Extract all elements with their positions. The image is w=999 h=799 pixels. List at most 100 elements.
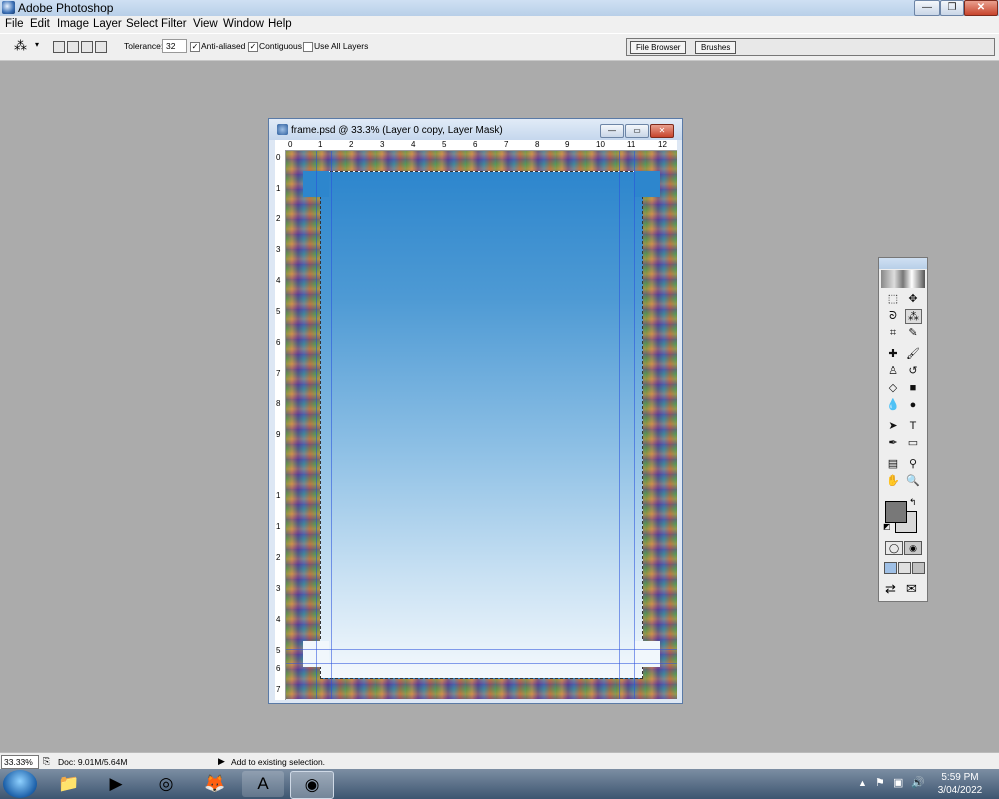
contiguous-checkbox[interactable]: ✓ — [248, 42, 258, 52]
quick-mask-icon[interactable]: ◉ — [904, 541, 922, 555]
contiguous-label: Contiguous — [259, 41, 303, 51]
tolerance-input[interactable]: 32 — [162, 39, 187, 53]
ruler-tick: 0 — [276, 153, 281, 162]
media-player-icon[interactable]: ▶ — [95, 771, 137, 797]
guide-line[interactable] — [286, 649, 677, 650]
menu-window[interactable]: Window — [223, 18, 264, 30]
doc-close-button[interactable]: ✕ — [650, 124, 674, 138]
gradient-layer-area[interactable] — [320, 171, 643, 679]
intersect-selection-icon[interactable] — [95, 41, 107, 53]
magic-wand-icon[interactable]: ⁂ — [14, 38, 27, 54]
network-icon[interactable]: ▣ — [893, 776, 903, 789]
doc-info-icon[interactable]: ⎘ — [43, 756, 50, 767]
tab-brushes[interactable]: Brushes — [695, 41, 737, 54]
system-clock[interactable]: 5:59 PM 3/04/2022 — [934, 771, 986, 797]
eyedropper-icon[interactable]: ⚲ — [905, 457, 921, 471]
guide-line[interactable] — [634, 151, 635, 699]
canvas[interactable] — [286, 151, 677, 699]
history-brush-icon[interactable]: ↺ — [905, 364, 921, 378]
magic-wand-icon[interactable]: ⁂ — [905, 309, 922, 324]
clone-stamp-icon[interactable]: ♙ — [885, 364, 901, 378]
path-select-icon[interactable]: ➤ — [885, 419, 901, 433]
zoom-level-input[interactable]: 33.33% — [1, 755, 39, 769]
blur-icon[interactable]: 💧 — [885, 398, 901, 412]
file-explorer-icon[interactable]: 📁 — [48, 771, 90, 797]
document-title-bar[interactable]: frame.psd @ 33.3% (Layer 0 copy, Layer M… — [269, 119, 682, 140]
menu-image[interactable]: Image — [57, 18, 89, 30]
minimize-button[interactable]: — — [914, 0, 940, 16]
menu-help[interactable]: Help — [268, 18, 292, 30]
use-all-layers-label: Use All Layers — [314, 41, 369, 51]
menu-layer[interactable]: Layer — [93, 18, 122, 30]
standard-mode-icon[interactable]: ◯ — [885, 541, 903, 555]
menu-filter[interactable]: Filter — [161, 18, 187, 30]
title-bar: Adobe Photoshop — ❐ ✕ — [0, 0, 999, 16]
slice-icon[interactable]: ✎ — [905, 326, 921, 340]
foreground-color-swatch[interactable] — [885, 501, 907, 523]
frame-corner-notch — [634, 171, 660, 197]
notes-icon[interactable]: ▤ — [885, 457, 901, 471]
guide-line[interactable] — [331, 151, 332, 699]
chrome-icon[interactable]: ◎ — [145, 771, 187, 797]
type-icon[interactable]: T — [905, 419, 921, 433]
adobe-online-logo[interactable] — [881, 270, 925, 288]
swap-colors-icon[interactable]: ↰ — [909, 497, 917, 508]
photoshop-icon[interactable]: ◉ — [290, 771, 334, 799]
hand-icon[interactable]: ✋ — [885, 474, 901, 488]
brush-icon[interactable]: 🖌 — [905, 347, 921, 361]
close-button[interactable]: ✕ — [964, 0, 998, 16]
tool-preset-dropdown[interactable]: ▾ — [35, 40, 39, 49]
subtract-from-selection-icon[interactable] — [81, 41, 93, 53]
full-screen-mode-icon[interactable] — [912, 562, 925, 574]
tab-file-browser[interactable]: File Browser — [630, 41, 687, 54]
doc-maximize-button[interactable]: ▭ — [625, 124, 649, 138]
toolbox-title-bar[interactable] — [879, 258, 927, 269]
menu-view[interactable]: View — [193, 18, 218, 30]
ruler-tick: 0 — [288, 140, 293, 149]
add-to-selection-icon[interactable] — [67, 41, 79, 53]
ruler-tick: 1 — [318, 140, 323, 149]
guide-line[interactable] — [286, 663, 677, 664]
jump-to-imageready-icon[interactable]: ⇄ — [885, 581, 896, 597]
healing-brush-icon[interactable]: ✚ — [885, 347, 901, 361]
menu-file[interactable]: File — [5, 18, 24, 30]
guide-line[interactable] — [619, 151, 620, 699]
zoom-icon[interactable]: 🔍 — [905, 474, 921, 488]
marquee-icon[interactable]: ⬚ — [885, 292, 901, 306]
taskbar: 📁 ▶ ◎ 🦊 A ◉ ▲ ⚑ ▣ 🔊 5:59 PM 3/04/2022 — [0, 769, 999, 799]
new-selection-icon[interactable] — [53, 41, 65, 53]
eraser-icon[interactable]: ◇ — [885, 381, 901, 395]
volume-icon[interactable]: 🔊 — [911, 776, 925, 789]
firefox-icon[interactable]: 🦊 — [194, 771, 236, 797]
standard-screen-mode-icon[interactable] — [884, 562, 897, 574]
move-icon[interactable]: ✥ — [905, 292, 921, 306]
restore-button[interactable]: ❐ — [940, 0, 964, 16]
crop-icon[interactable]: ⌗ — [885, 326, 901, 340]
full-screen-menu-mode-icon[interactable] — [898, 562, 911, 574]
use-all-layers-checkbox[interactable] — [303, 42, 313, 52]
ruler-horizontal[interactable]: 0 1 2 3 4 5 6 7 8 9 10 11 12 — [275, 140, 677, 151]
ruler-tick: 1 — [276, 184, 281, 193]
menu-select[interactable]: Select — [126, 18, 158, 30]
gradient-icon[interactable]: ■ — [905, 381, 921, 395]
status-bar: 33.33% ⎘ Doc: 9.01M/5.64M ▶ Add to exist… — [0, 752, 999, 770]
font-viewer-icon[interactable]: A — [242, 771, 284, 797]
anti-aliased-checkbox[interactable]: ✓ — [190, 42, 200, 52]
imageready-icon[interactable]: ✉ — [906, 581, 917, 597]
show-hidden-icons-icon[interactable]: ▲ — [858, 778, 867, 788]
start-button[interactable] — [3, 770, 37, 798]
menu-edit[interactable]: Edit — [30, 18, 50, 30]
lasso-icon[interactable]: ᘐ — [885, 309, 901, 323]
ruler-vertical[interactable]: 0 1 2 3 4 5 6 7 8 9 1 1 2 3 4 5 6 7 — [275, 150, 286, 700]
default-colors-icon[interactable]: ◩ — [883, 522, 891, 531]
action-center-flag-icon[interactable]: ⚑ — [875, 776, 885, 789]
status-menu-arrow-icon[interactable]: ▶ — [218, 756, 225, 767]
doc-minimize-button[interactable]: — — [600, 124, 624, 138]
ruler-tick: 4 — [276, 276, 281, 285]
ruler-tick: 3 — [276, 245, 281, 254]
rectangle-icon[interactable]: ▭ — [905, 436, 921, 450]
pen-icon[interactable]: ✒ — [885, 436, 901, 450]
guide-line[interactable] — [316, 151, 317, 699]
dodge-icon[interactable]: ● — [905, 398, 921, 412]
ruler-tick: 3 — [276, 584, 281, 593]
